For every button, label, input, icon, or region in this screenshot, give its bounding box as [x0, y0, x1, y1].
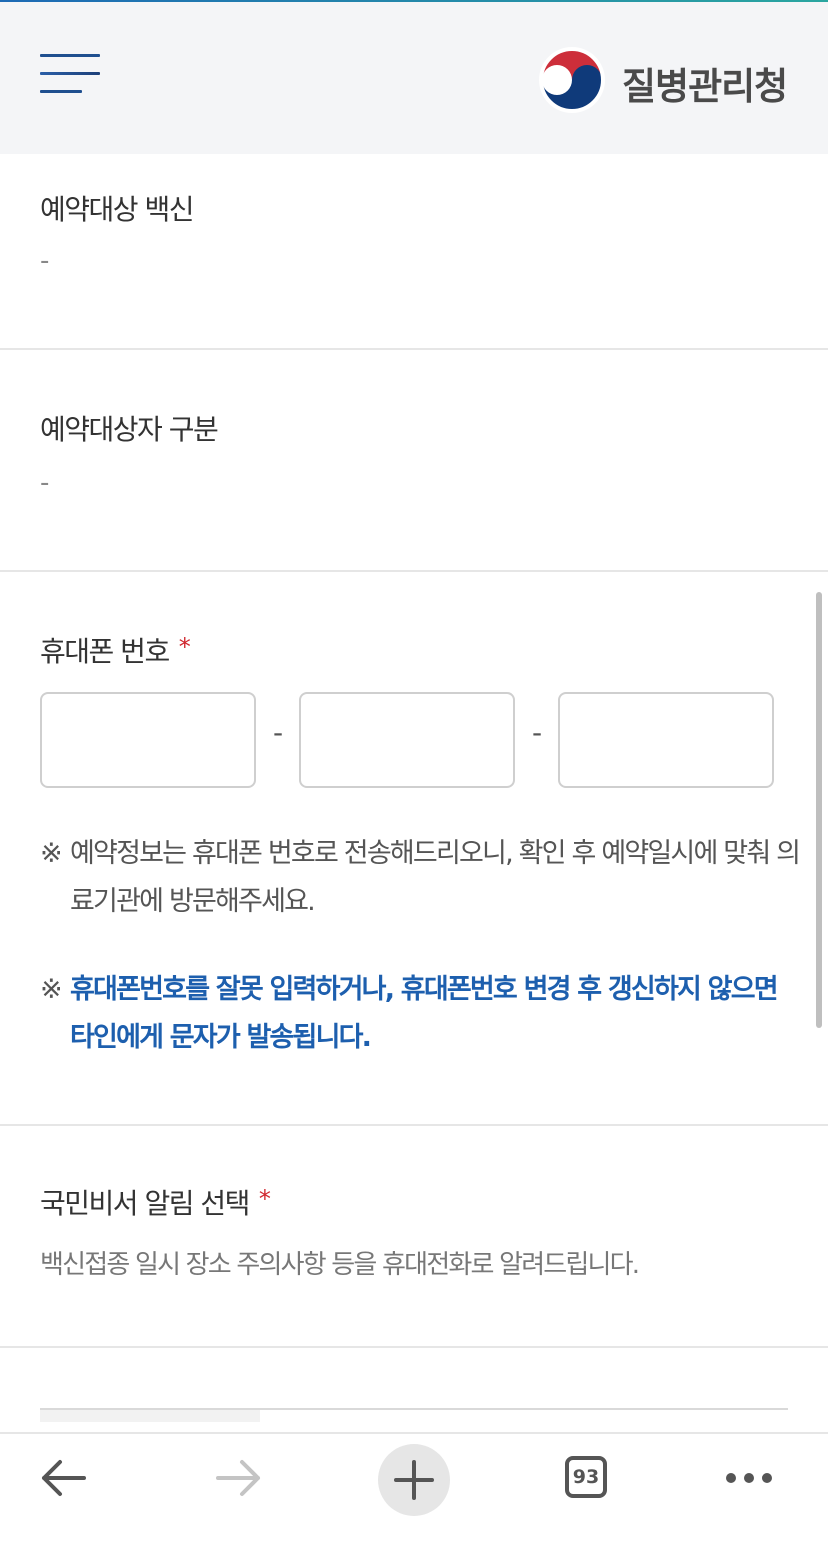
browser-toolbar: 93: [0, 1432, 828, 1542]
back-button[interactable]: [38, 1456, 88, 1500]
menu-line: [40, 72, 100, 75]
kdca-logo[interactable]: 질병관리청: [538, 46, 798, 116]
phone-title-label: 휴대폰 번호: [40, 635, 170, 668]
vaccine-title: 예약대상 백신: [40, 193, 194, 226]
phone-warning-note: ※ 휴대폰번호를 잘못 입력하거나, 휴대폰번호 변경 후 갱신하지 않으면 타…: [40, 966, 800, 1062]
phone-separator: -: [273, 716, 284, 749]
more-button[interactable]: [724, 1470, 774, 1486]
vaccine-section: 예약대상 백신 -: [0, 154, 828, 350]
scrollbar[interactable]: [816, 592, 822, 1028]
target-type-title: 예약대상자 구분: [40, 413, 219, 446]
menu-line: [40, 54, 100, 57]
phone-info-text: 예약정보는 휴대폰 번호로 전송해드리오니, 확인 후 예약일시에 맞춰 의료기…: [70, 838, 801, 917]
arrow-right-icon: [216, 1460, 260, 1496]
target-type-section: 예약대상자 구분 -: [0, 350, 828, 572]
tab-count-button[interactable]: 93: [565, 1456, 607, 1498]
tab-count: 93: [572, 1466, 600, 1488]
phone-warning-text: 휴대폰번호를 잘못 입력하거나, 휴대폰번호 변경 후 갱신하지 않으면 타인에…: [70, 974, 779, 1053]
vaccine-value: -: [40, 246, 50, 276]
target-type-value: -: [40, 468, 50, 498]
site-header: 질병관리청: [0, 2, 828, 154]
required-asterisk: *: [178, 633, 191, 661]
hamburger-menu-button[interactable]: [40, 54, 100, 96]
phone-title: 휴대폰 번호 *: [40, 630, 191, 670]
alert-section: [0, 1126, 828, 1348]
forward-button[interactable]: [214, 1456, 264, 1500]
phone-field-3[interactable]: [558, 692, 774, 788]
arrow-left-icon: [42, 1460, 86, 1496]
note-mark: ※: [40, 838, 63, 869]
note-mark: ※: [40, 974, 63, 1005]
alert-description: 백신접종 일시 장소 주의사항 등을 휴대전화로 알려드립니다.: [40, 1250, 640, 1280]
alert-title-label: 국민비서 알림 선택: [40, 1187, 250, 1220]
logo-text: 질병관리청: [622, 65, 788, 108]
new-tab-button[interactable]: [378, 1444, 450, 1516]
menu-line: [40, 90, 82, 93]
phone-separator: -: [532, 716, 543, 749]
phone-field-2[interactable]: [299, 692, 515, 788]
taegeuk-emblem-icon: [539, 47, 605, 113]
required-asterisk: *: [258, 1185, 271, 1213]
alert-title: 국민비서 알림 선택 *: [40, 1182, 271, 1222]
partial-content: [40, 1410, 260, 1422]
plus-icon: [394, 1460, 434, 1500]
phone-field-1[interactable]: [40, 692, 256, 788]
more-dots-icon: [726, 1473, 772, 1483]
phone-info-note: ※ 예약정보는 휴대폰 번호로 전송해드리오니, 확인 후 예약일시에 맞춰 의…: [40, 830, 801, 926]
